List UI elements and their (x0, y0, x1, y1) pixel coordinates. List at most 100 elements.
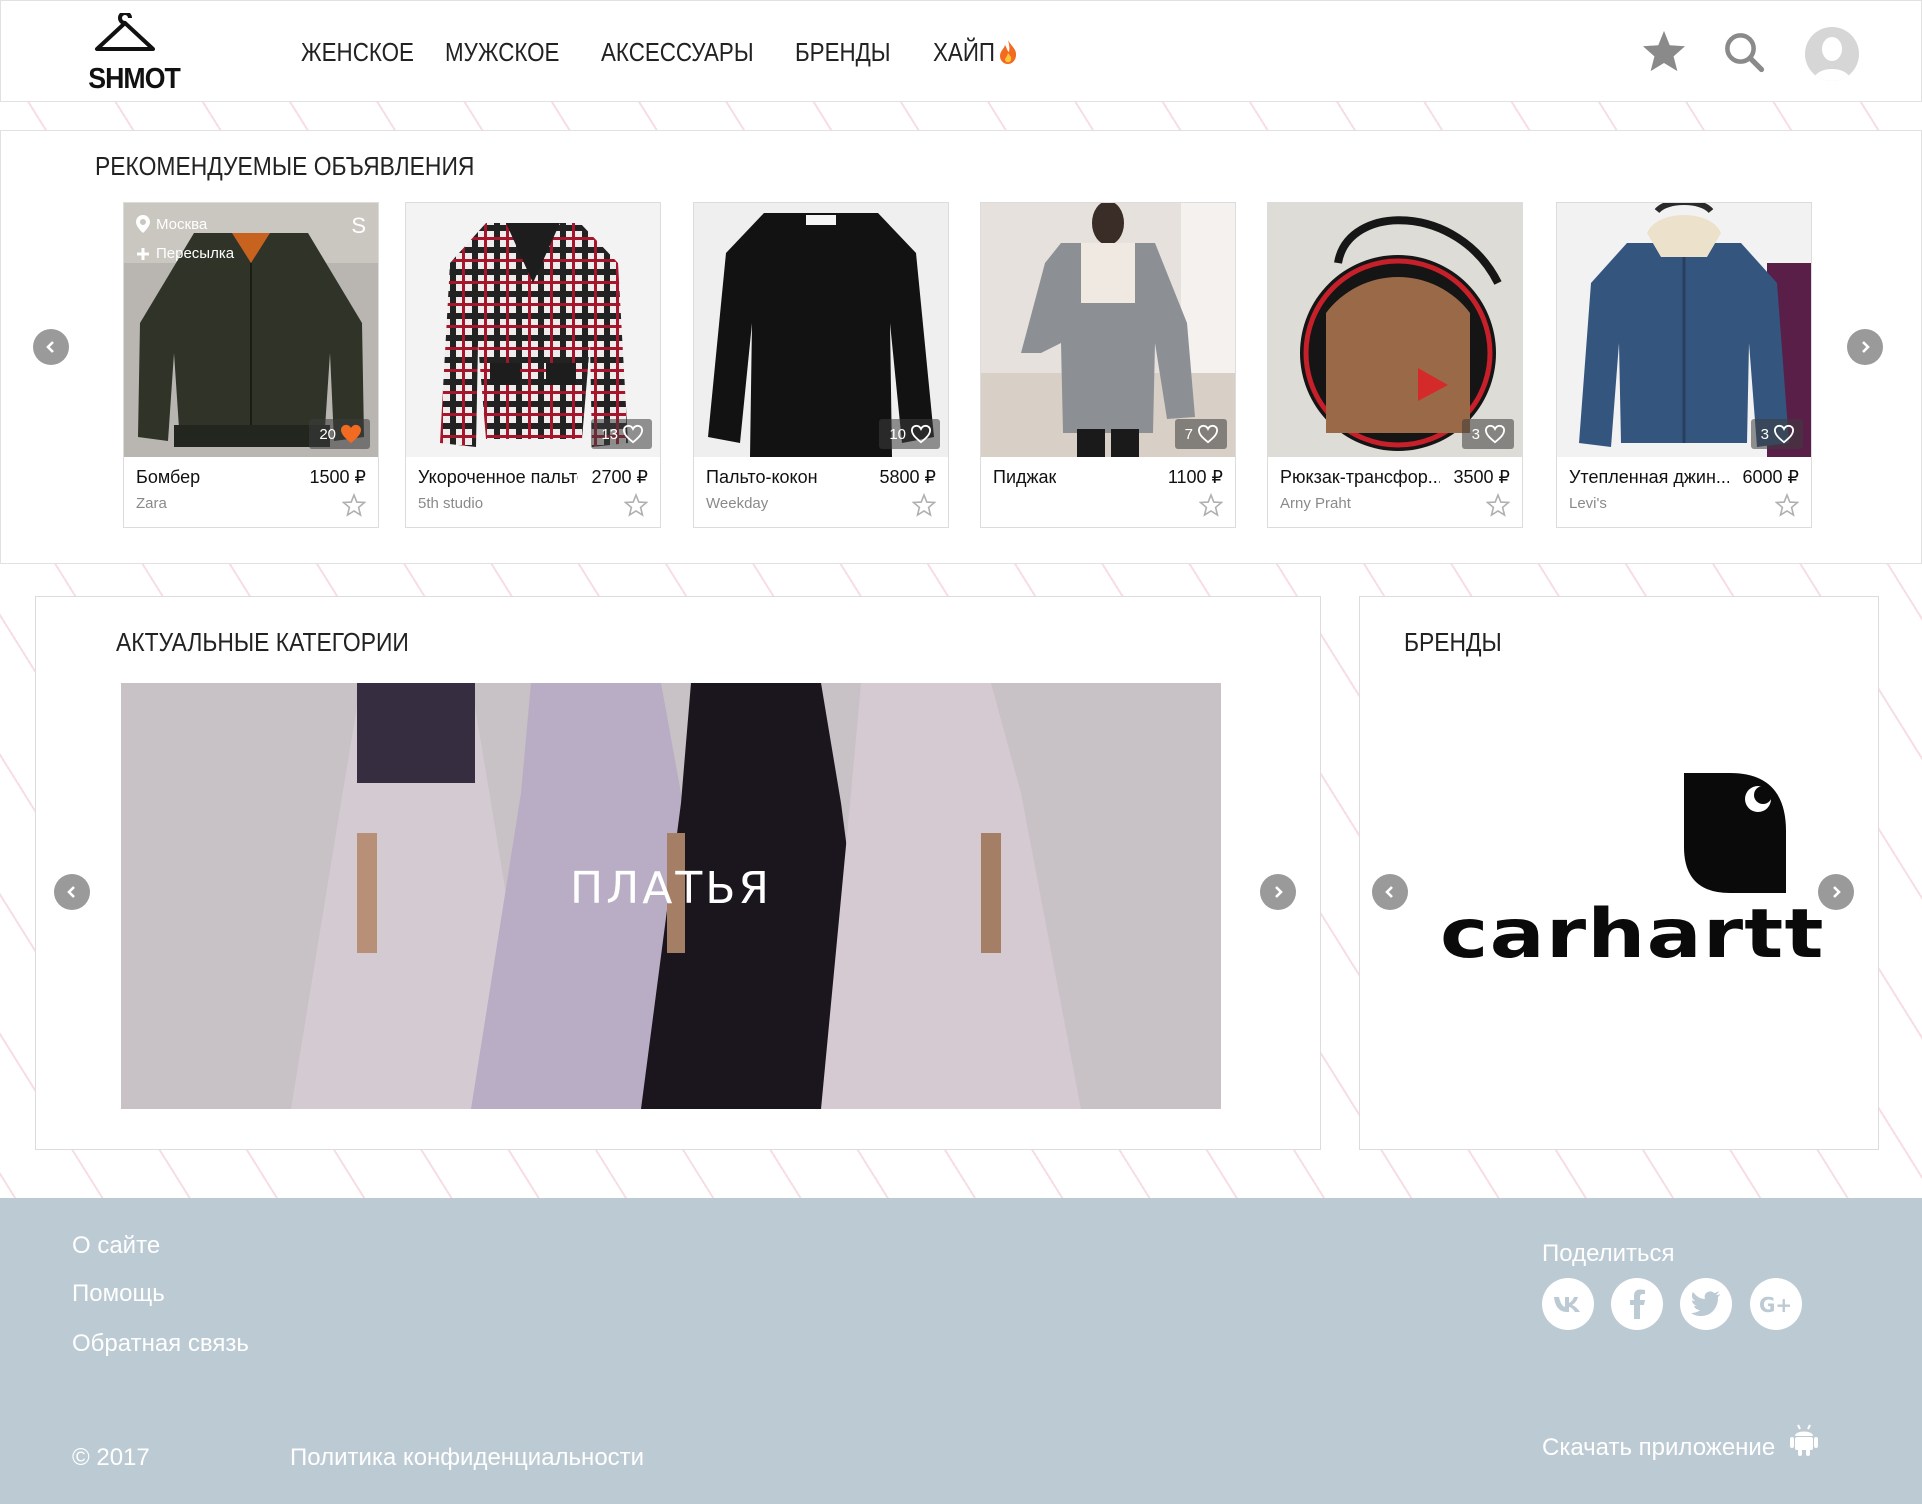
nav-brands[interactable]: БРЕНДЫ (795, 37, 891, 68)
categories-title: АКТУАЛЬНЫЕ КАТЕГОРИИ (116, 627, 409, 657)
header: SHMOT ЖЕНСКОЕ МУЖСКОЕ АКСЕССУАРЫ БРЕНДЫ … (0, 0, 1922, 102)
facebook-icon[interactable] (1611, 1278, 1663, 1330)
listing-price: 2700 ₽ (591, 467, 649, 487)
likes-badge[interactable]: 10 (879, 419, 940, 449)
likes-badge[interactable]: 3 (1750, 419, 1803, 449)
listing-image[interactable]: 10 (694, 203, 948, 457)
listing-card[interactable]: 13 Укороченное пальто 2700 ₽ 5th studio (405, 202, 661, 528)
search-icon[interactable] (1723, 31, 1765, 73)
chevron-right-icon (1275, 886, 1283, 898)
android-icon[interactable] (1790, 1424, 1818, 1456)
listing-image[interactable]: 7 (981, 203, 1235, 457)
category-label: ПЛАТЬЯ (570, 863, 772, 914)
listing-card[interactable]: 10 Пальто-кокон 5800 ₽ Weekday (693, 202, 949, 528)
chevron-left-icon (1385, 886, 1393, 898)
brands-title: БРЕНДЫ (1404, 627, 1502, 657)
nav-women[interactable]: ЖЕНСКОЕ (301, 37, 414, 68)
heart-outline-icon (1197, 424, 1219, 444)
listing-brand: Zara (136, 495, 167, 512)
favorite-star-icon[interactable] (912, 493, 936, 517)
likes-badge[interactable]: 13 (591, 419, 652, 449)
category-banner[interactable]: ПЛАТЬЯ (121, 683, 1221, 1109)
categories-section: АКТУАЛЬНЫЕ КАТЕГОРИИ ПЛАТЬЯ (35, 596, 1321, 1150)
likes-badge[interactable]: 7 (1174, 419, 1227, 449)
chevron-right-icon (1862, 341, 1870, 353)
footer-link-feedback[interactable]: Обратная связь (72, 1330, 249, 1358)
footer-link-help[interactable]: Помощь (72, 1280, 165, 1308)
listing-image[interactable]: 3 (1268, 203, 1522, 457)
nav-hype[interactable]: ХАЙП (933, 37, 995, 68)
listing-price: 1500 ₽ (309, 467, 367, 487)
heart-filled-icon (341, 424, 361, 444)
categories-prev-button[interactable] (54, 874, 90, 910)
twitter-icon[interactable] (1680, 1278, 1732, 1330)
recommended-next-button[interactable] (1847, 329, 1883, 365)
heart-outline-icon (1484, 424, 1506, 444)
listing-brand: 5th studio (418, 495, 484, 512)
brands-next-button[interactable] (1818, 874, 1854, 910)
listing-price: 1100 ₽ (1167, 467, 1223, 487)
location-pin-icon (136, 215, 150, 233)
listing-image[interactable]: 13 (406, 203, 660, 457)
shipping-label: Пересылка (136, 245, 234, 262)
listing-price: 5800 ₽ (879, 467, 937, 487)
heart-outline-icon (622, 424, 644, 444)
categories-next-button[interactable] (1260, 874, 1296, 910)
heart-outline-icon (910, 424, 932, 444)
svg-text:G+: G+ (1759, 1293, 1792, 1315)
listing-title: Пальто-кокон (706, 467, 818, 487)
favorite-star-icon[interactable] (624, 493, 648, 517)
recommended-prev-button[interactable] (33, 329, 69, 365)
footer-link-about[interactable]: О сайте (72, 1232, 160, 1260)
brand-wordmark: carhartt (1440, 895, 1825, 974)
footer: О сайте Помощь Обратная связь © 2017 Пол… (0, 1198, 1922, 1504)
listing-card[interactable]: Москва Пересылка S 20 Бомбер 1500 ₽ Zara (123, 202, 379, 528)
nav-accessories[interactable]: АКСЕССУАРЫ (601, 37, 754, 68)
favorites-star-icon[interactable] (1641, 29, 1687, 73)
google-plus-icon[interactable]: G+ (1750, 1278, 1802, 1330)
listing-price: 3500 ₽ (1453, 467, 1511, 487)
listing-card[interactable]: 3 Утепленная джин... 6000 ₽ Levi's (1556, 202, 1812, 528)
favorite-star-icon[interactable] (1199, 493, 1223, 517)
listing-brand: Weekday (706, 495, 769, 512)
chevron-right-icon (1833, 886, 1841, 898)
listing-title: Бомбер (136, 467, 201, 487)
size-badge: S (351, 213, 366, 238)
share-label: Поделиться (1542, 1240, 1675, 1267)
chevron-left-icon (67, 886, 75, 898)
listing-card[interactable]: 3 Рюкзак-трансфор... 3500 ₽ Arny Praht (1267, 202, 1523, 528)
nav-men[interactable]: МУЖСКОЕ (445, 37, 559, 68)
footer-privacy-link[interactable]: Политика конфиденциальности (290, 1444, 644, 1472)
favorite-star-icon[interactable] (1775, 493, 1799, 517)
recommended-title: РЕКОМЕНДУЕМЫЕ ОБЪЯВЛЕНИЯ (95, 151, 475, 181)
listing-card[interactable]: 7 Пиджак 1100 ₽ (980, 202, 1236, 528)
chevron-left-icon (46, 341, 54, 353)
brands-prev-button[interactable] (1372, 874, 1408, 910)
brands-section: БРЕНДЫ carhartt (1359, 596, 1879, 1150)
brand-logo-carhartt[interactable]: carhartt (1440, 771, 1823, 974)
likes-badge[interactable]: 3 (1461, 419, 1514, 449)
favorite-star-icon[interactable] (1486, 493, 1510, 517)
favorite-star-icon[interactable] (342, 493, 366, 517)
site-logo[interactable]: SHMOT (85, 13, 181, 95)
listing-title: Утепленная джин... (1569, 467, 1729, 487)
footer-copyright: © 2017 (72, 1444, 150, 1471)
hanger-icon (95, 13, 155, 51)
avatar-icon[interactable] (1805, 27, 1859, 81)
listing-brand: Arny Praht (1280, 495, 1351, 512)
listing-price: 6000 ₽ (1742, 467, 1800, 487)
likes-badge[interactable]: 20 (309, 419, 370, 449)
listing-title: Пиджак (993, 467, 1057, 487)
logo-text: SHMOT (88, 63, 181, 95)
vk-icon[interactable] (1542, 1278, 1594, 1330)
fire-icon (1000, 40, 1017, 64)
listing-image[interactable]: Москва Пересылка S 20 (124, 203, 378, 457)
location-label: Москва (136, 215, 234, 233)
listing-title: Рюкзак-трансфор... (1280, 467, 1440, 487)
listing-title: Укороченное пальто (418, 467, 578, 487)
plus-icon (137, 247, 149, 260)
listing-brand: Levi's (1569, 495, 1607, 512)
heart-outline-icon (1773, 424, 1795, 444)
download-app-link[interactable]: Скачать приложение (1542, 1434, 1775, 1462)
listing-image[interactable]: 3 (1557, 203, 1811, 457)
